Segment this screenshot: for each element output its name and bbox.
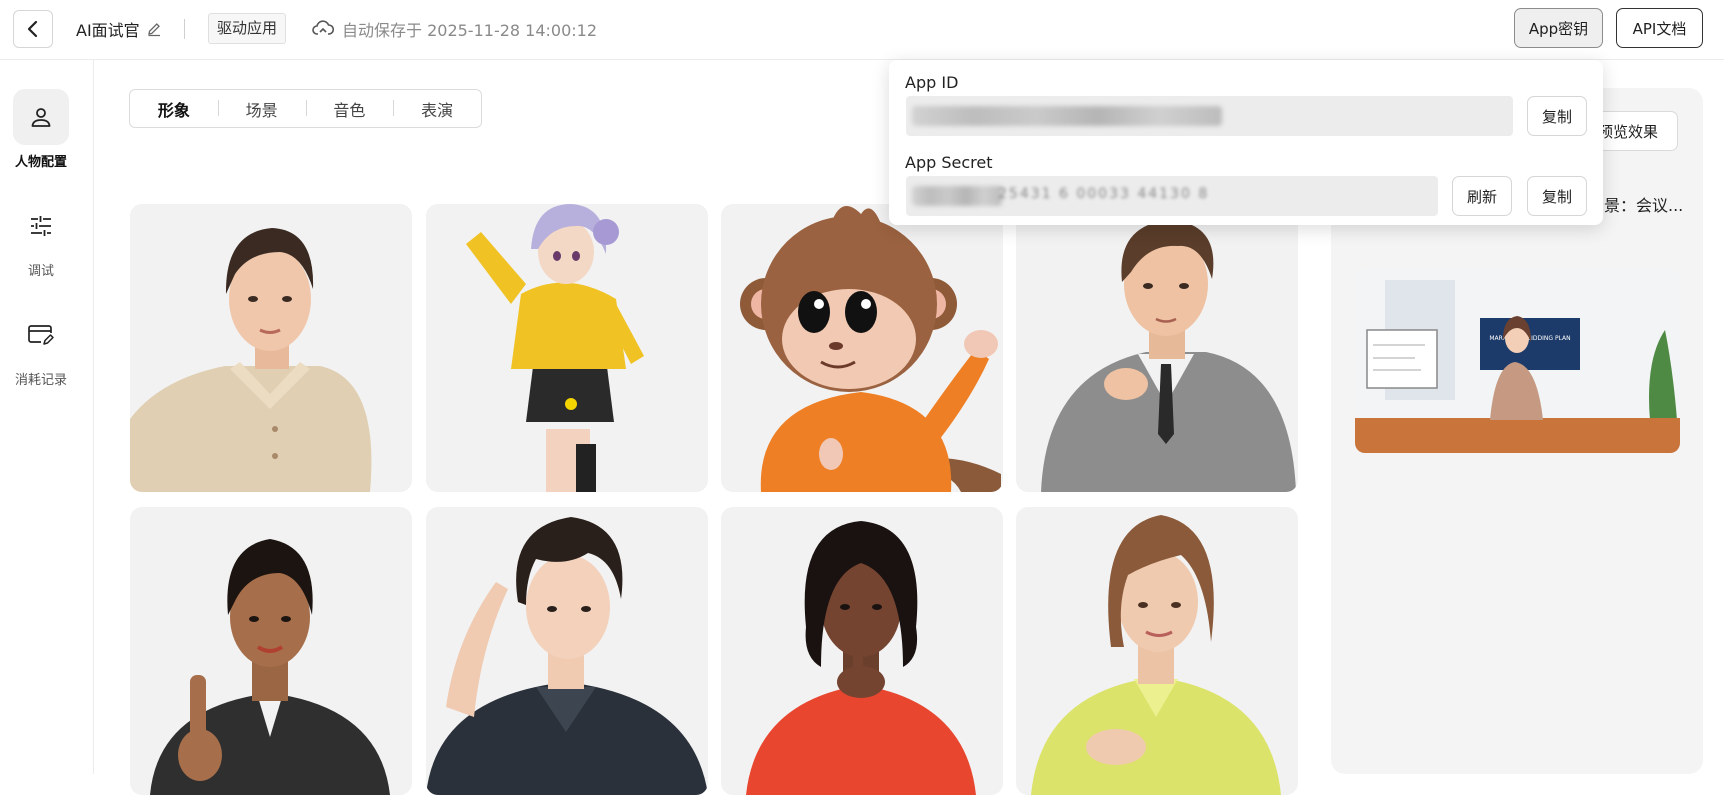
avatar-card-woman-black-jacket[interactable] — [130, 507, 412, 795]
tab-avatar[interactable]: 形象 — [130, 97, 218, 121]
sidebar-item-character-config[interactable]: 人物配置 — [0, 89, 82, 170]
avatar-card-woman-beige-shirt[interactable] — [130, 204, 412, 492]
tab-scene[interactable]: 场景 — [217, 97, 306, 121]
app-secret-popover: App ID 复制 App Secret 25431 6 00033 44130… — [889, 60, 1603, 225]
card-edit-icon — [28, 325, 54, 345]
sidebar-item-consumption[interactable]: 消耗记录 — [0, 307, 82, 388]
sidebar-item-label: 调试 — [27, 264, 54, 279]
app-name-text: AI面试官 — [76, 21, 140, 40]
copy-app-secret-button[interactable]: 复制 — [1527, 176, 1587, 216]
refresh-secret-button[interactable]: 刷新 — [1452, 176, 1512, 216]
sidebar-icon-box — [13, 198, 69, 254]
tab-performance[interactable]: 表演 — [393, 97, 481, 121]
avatar-card-young-man-dark-shirt[interactable] — [426, 507, 708, 795]
sidebar-icon-box — [13, 307, 69, 363]
scene-preview-thumbnail[interactable]: MARKETING BIDDING PLAN — [1355, 270, 1680, 453]
sidebar-item-label: 消耗记录 — [14, 373, 67, 388]
app-type-tag: 驱动应用 — [208, 13, 287, 44]
top-bar: AI面试官 驱动应用 自动保存于 2025-11-28 14:00:12 App… — [0, 0, 1724, 60]
chevron-left-icon — [27, 20, 38, 38]
sidebar: 人物配置 调试 消耗记录 — [0, 60, 94, 774]
app-id-field[interactable] — [906, 96, 1513, 136]
app-title[interactable]: AI面试官 — [76, 17, 162, 41]
edit-pencil-icon[interactable] — [146, 21, 162, 37]
category-tabs: 形象 场景 音色 表演 — [129, 89, 482, 128]
person-icon — [31, 108, 51, 127]
avatar-card-anime-girl[interactable] — [426, 204, 708, 492]
autosave-text: 自动保存于 2025-11-28 14:00:12 — [342, 21, 598, 40]
avatar-card-woman-yellow-jacket[interactable] — [1016, 507, 1298, 795]
avatar-card-man-grey-suit[interactable] — [1016, 204, 1298, 492]
masked-app-secret-text: 25431 6 00033 44130 8 — [998, 186, 1210, 202]
avatar-card-woman-red-top[interactable] — [721, 507, 1003, 795]
header-divider — [184, 19, 185, 39]
sidebar-item-label: 人物配置 — [14, 155, 67, 170]
tab-voice[interactable]: 音色 — [305, 97, 394, 121]
sidebar-item-debug[interactable]: 调试 — [0, 198, 82, 279]
back-button[interactable] — [13, 10, 53, 48]
sliders-icon — [31, 216, 51, 236]
api-doc-button[interactable]: API文档 — [1616, 8, 1703, 48]
app-secret-field[interactable]: 25431 6 00033 44130 8 — [906, 176, 1438, 216]
app-id-label: App ID — [905, 73, 959, 92]
cloud-sync-icon — [312, 20, 334, 35]
avatar-card-cartoon-monkey[interactable] — [721, 204, 1003, 492]
copy-app-id-button[interactable]: 复制 — [1527, 96, 1587, 136]
app-key-button[interactable]: App密钥 — [1514, 8, 1603, 48]
masked-app-secret-head — [912, 186, 1002, 206]
masked-app-id — [912, 106, 1222, 126]
sidebar-icon-box — [13, 89, 69, 145]
scene-summary-text: 景：会议... — [1604, 196, 1684, 215]
app-secret-label: App Secret — [905, 153, 993, 172]
autosave-status: 自动保存于 2025-11-28 14:00:12 — [312, 17, 597, 41]
